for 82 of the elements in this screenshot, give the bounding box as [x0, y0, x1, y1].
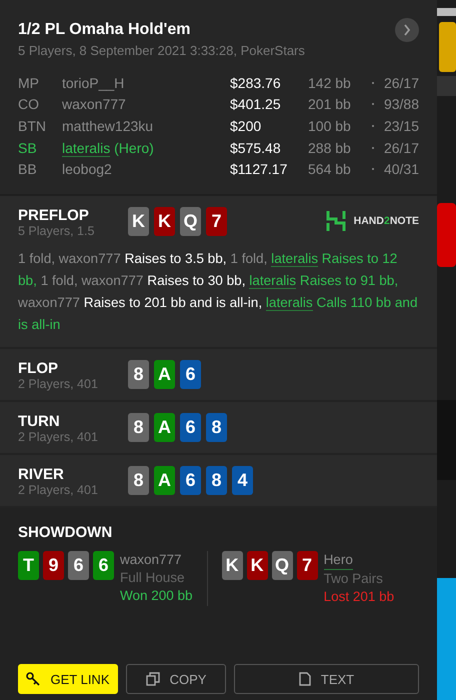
playing-card: 6 [68, 550, 89, 580]
player-name: matthew123ku [62, 118, 154, 134]
playing-card: 7 [296, 550, 318, 580]
player-position: CO [18, 96, 40, 112]
hand-rank: Full House [120, 568, 186, 587]
showdown-title: SHOWDOWN [18, 524, 114, 541]
player-bb: 564 bb [308, 161, 352, 178]
player-bb: 288 bb [308, 140, 352, 156]
playing-card: 6 [180, 466, 201, 495]
document-icon [298, 672, 311, 686]
hand-result: Won 200 bb [120, 586, 193, 605]
hand-rank: Two Pairs [324, 570, 384, 588]
chevron-right-icon [403, 24, 411, 36]
separator-dot [372, 168, 374, 170]
player-stats: 40/31 [382, 161, 419, 178]
playing-card: A [154, 360, 175, 389]
player-name[interactable]: lateralis (Hero) [62, 140, 230, 156]
playing-card: 6 [93, 550, 114, 580]
player-position: BB [18, 161, 38, 178]
playing-card: T [18, 550, 39, 580]
playing-card: 7 [206, 206, 227, 236]
street-info: 2 Players, 401 [18, 430, 99, 444]
player-bb: 142 bb [308, 74, 352, 91]
player-stats: 26/17 [382, 140, 419, 156]
street-title: FLOP [18, 360, 59, 377]
player-name[interactable]: Hero [324, 550, 353, 570]
separator-dot [372, 146, 374, 149]
logo-text: HAND2NOTE [354, 214, 419, 227]
copy-button[interactable]: COPY [126, 664, 226, 694]
playing-card: Q [272, 550, 293, 580]
logo-icon [326, 210, 346, 232]
player-name: torioP__H [62, 74, 126, 91]
street-title: RIVER [18, 466, 65, 483]
player-stats: 26/17 [382, 74, 419, 91]
playing-card: K [222, 550, 243, 580]
player-stats: 93/88 [382, 96, 419, 112]
playing-card: 6 [180, 412, 201, 442]
playing-card: 8 [128, 360, 149, 389]
hand-title: 1/2 PL Omaha Hold'em [18, 21, 190, 39]
playing-card: Q [180, 206, 201, 236]
player-bb: 201 bb [308, 96, 352, 112]
player-name: leobog2 [62, 161, 113, 178]
hand-result: Lost 201 bb [324, 588, 394, 606]
player-position: MP [18, 74, 40, 91]
player-stack: $1127.17 [230, 161, 288, 178]
separator-dot [372, 103, 374, 106]
player-name: waxon777 [120, 550, 182, 569]
action-summary: 1 fold, waxon777 Raises to 3.5 bb, 1 fold, lateralis Raises to 12 bb, 1 fold, waxon777 Raises to 30 bb, lateralis Raises to 91 bb, waxon777 Raises to 201 bb and is all-in, lateralis Calls 110 bb and is all-in [18, 250, 419, 334]
text-button[interactable]: TEXT [234, 664, 419, 694]
key-icon [26, 672, 40, 686]
player-stack: $575.48 [230, 140, 282, 156]
playing-card: K [128, 206, 149, 236]
player-bb: 100 bb [308, 118, 352, 134]
player-name: waxon777 [62, 96, 127, 112]
player-stack: $200 [230, 118, 262, 134]
player-stats: 23/15 [382, 118, 419, 134]
player-position: BTN [18, 118, 47, 134]
hand-info: 5 Players, 8 September 2021 3:33:28, PokerStars [18, 43, 306, 58]
playing-card: 6 [180, 360, 201, 389]
separator-dot [372, 82, 374, 84]
playing-card: A [154, 466, 175, 495]
playing-card: 8 [206, 412, 227, 442]
street-title: TURN [18, 412, 61, 430]
player-position: SB [18, 140, 38, 156]
playing-card: K [246, 550, 268, 580]
player-stack: $283.76 [230, 74, 282, 91]
next-button[interactable] [395, 18, 419, 42]
playing-card: 4 [232, 466, 253, 495]
street-title: PREFLOP [18, 206, 90, 224]
playing-card: 9 [43, 550, 64, 580]
copy-icon [146, 672, 160, 686]
street-info: 2 Players, 401 [18, 482, 99, 497]
get-link-button[interactable]: GET LINK [18, 664, 118, 694]
separator-dot [372, 124, 374, 127]
playing-card: 8 [128, 412, 149, 442]
street-info: 2 Players, 401 [18, 376, 99, 391]
street-info: 5 Players, 1.5 [18, 224, 96, 238]
playing-card: 8 [206, 466, 227, 495]
player-stack: $401.25 [230, 96, 282, 112]
playing-card: K [154, 206, 175, 236]
playing-card: 8 [128, 466, 149, 495]
playing-card: A [154, 412, 175, 442]
